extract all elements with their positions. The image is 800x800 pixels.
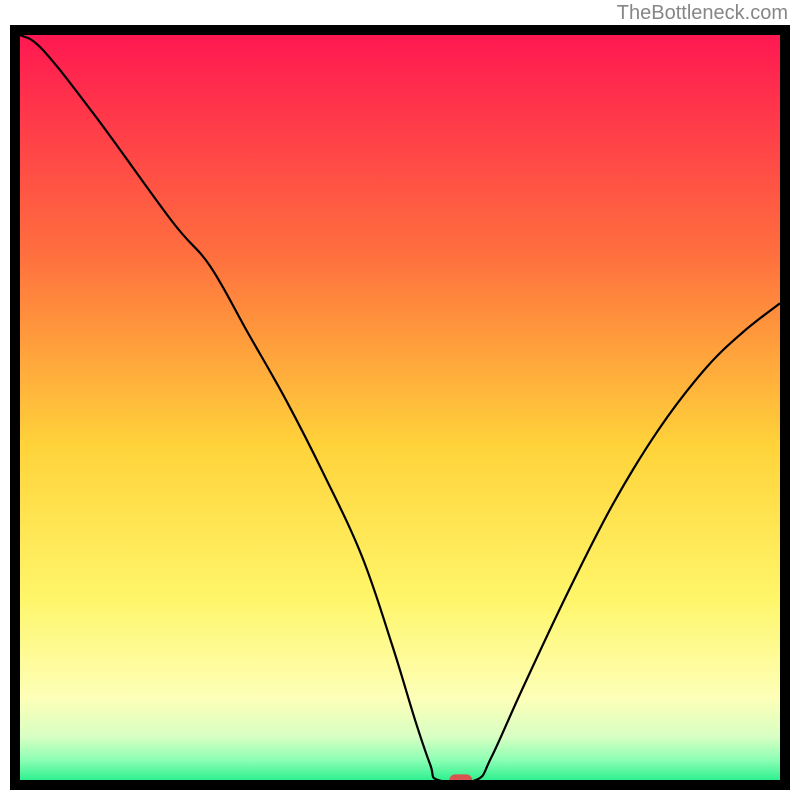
watermark-text: TheBottleneck.com (617, 2, 788, 25)
chart-container: TheBottleneck.com (0, 0, 800, 800)
bottleneck-chart (10, 25, 790, 790)
chart-area (10, 25, 790, 790)
